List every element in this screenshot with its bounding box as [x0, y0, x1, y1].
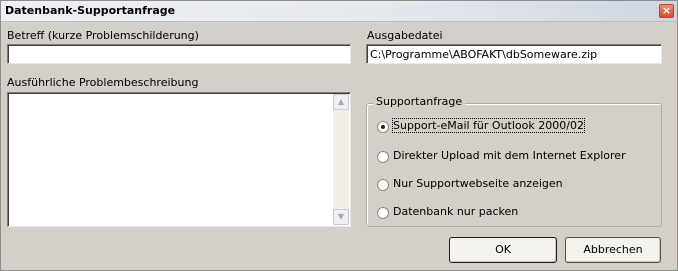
- description-label: Ausführliche Problembeschreibung: [7, 76, 199, 89]
- scroll-down-icon[interactable]: ▼: [333, 209, 349, 225]
- title-bar[interactable]: Datenbank-Supportanfrage ×: [1, 1, 677, 22]
- close-icon[interactable]: ×: [659, 4, 674, 18]
- scroll-up-icon[interactable]: ▲: [333, 94, 349, 110]
- window-title: Datenbank-Supportanfrage: [5, 4, 176, 17]
- subject-input[interactable]: [7, 44, 351, 64]
- output-file-input[interactable]: C:\Programme\ABOFAKT\dbSomeware.zip: [366, 44, 662, 64]
- output-file-label: Ausgabedatei: [367, 29, 443, 42]
- radio-unchecked-icon[interactable]: [377, 179, 389, 191]
- cancel-button[interactable]: Abbrechen: [565, 237, 661, 263]
- subject-label: Betreff (kurze Problemschilderung): [7, 29, 199, 42]
- radio-unchecked-icon[interactable]: [377, 207, 389, 219]
- radio-support-email-label[interactable]: Support-eMail für Outlook 2000/02: [392, 118, 585, 133]
- radio-checked-icon[interactable]: [377, 121, 389, 133]
- radio-unchecked-icon[interactable]: [377, 151, 389, 163]
- ok-button[interactable]: OK: [449, 237, 557, 263]
- description-textarea[interactable]: ▲ ▼: [7, 92, 351, 227]
- support-group-title: Supportanfrage: [373, 95, 466, 108]
- radio-support-website-label[interactable]: Nur Supportwebseite anzeigen: [393, 177, 563, 190]
- radio-pack-database-label[interactable]: Datenbank nur packen: [393, 205, 518, 218]
- description-scrollbar[interactable]: ▲ ▼: [333, 94, 349, 225]
- dialog-window: Datenbank-Supportanfrage × Betreff (kurz…: [0, 0, 678, 271]
- radio-direct-upload-label[interactable]: Direkter Upload mit dem Internet Explore…: [393, 149, 626, 162]
